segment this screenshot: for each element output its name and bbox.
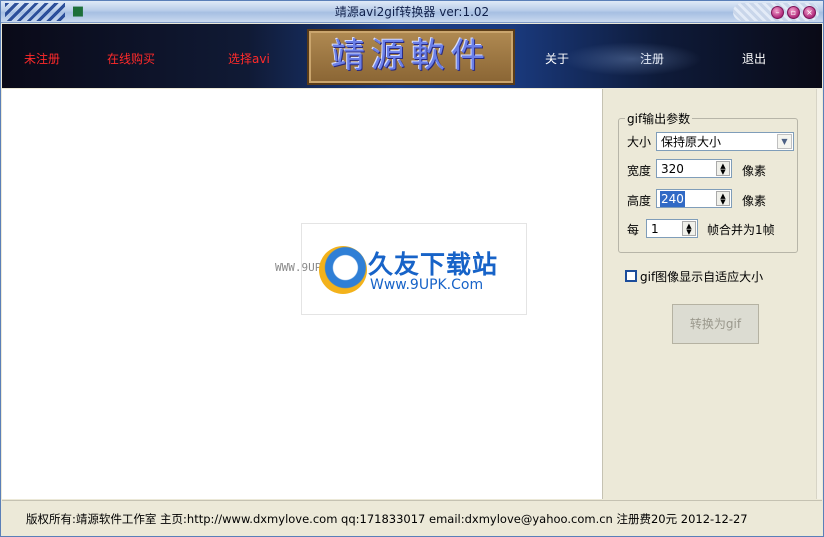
height-unit: 像素 xyxy=(742,194,767,208)
app-window: ■ 靖源avi2gif转换器 ver:1.02 – ▫ × 未注册 在线购买 选… xyxy=(0,0,824,537)
exit-link[interactable]: 退出 xyxy=(742,52,766,66)
size-select[interactable]: 保持原大小 ▼ xyxy=(656,132,794,151)
brand-logo: 靖源軟件 xyxy=(307,29,515,85)
auto-fit-label[interactable]: gif图像显示自适应大小 xyxy=(640,270,763,284)
height-value: 240 xyxy=(660,191,685,207)
spin-arrow-icon[interactable]: ▲ ▼ xyxy=(682,221,696,236)
close-icon[interactable]: × xyxy=(803,6,816,19)
width-label: 宽度 xyxy=(627,164,652,178)
watermark-logo-icon xyxy=(319,246,367,294)
group-title: gif输出参数 xyxy=(625,112,693,126)
banner: 未注册 在线购买 选择avi 靖源軟件 关于 注册 退出 xyxy=(2,24,822,88)
size-label: 大小 xyxy=(627,135,652,149)
size-select-value: 保持原大小 xyxy=(661,135,722,149)
auto-fit-checkbox[interactable] xyxy=(625,270,637,282)
frame-merge-value: 1 xyxy=(651,222,659,236)
every-label: 每 xyxy=(627,223,640,237)
width-value: 320 xyxy=(661,162,684,176)
frame-merge-suffix: 帧合并为1帧 xyxy=(707,223,775,237)
copyright-text: 版权所有:靖源软件工作室 主页:http://www.dxmylove.com … xyxy=(26,512,748,526)
spin-arrow-icon[interactable]: ▲ ▼ xyxy=(716,161,730,176)
right-edge xyxy=(816,89,822,499)
minimize-icon[interactable]: – xyxy=(771,6,784,19)
dropdown-arrow-icon[interactable]: ▼ xyxy=(777,134,792,149)
watermark-title: 久友下载站 xyxy=(368,250,499,279)
titlebar-controls: – ▫ × xyxy=(733,3,819,21)
watermark-url: Www.9UPK.Com xyxy=(370,277,484,293)
width-spinner[interactable]: 320 ▲ ▼ xyxy=(656,159,732,178)
unregistered-link[interactable]: 未注册 xyxy=(24,52,60,66)
frame-merge-spinner[interactable]: 1 ▲ ▼ xyxy=(646,219,698,238)
spin-arrow-icon[interactable]: ▲ ▼ xyxy=(716,191,730,206)
about-link[interactable]: 关于 xyxy=(545,52,569,66)
maximize-icon[interactable]: ▫ xyxy=(787,6,800,19)
width-unit: 像素 xyxy=(742,164,767,178)
convert-to-gif-button[interactable]: 转换为gif xyxy=(672,304,759,344)
height-spinner[interactable]: 240 ▲ ▼ xyxy=(656,189,732,208)
status-bar: 版权所有:靖源软件工作室 主页:http://www.dxmylove.com … xyxy=(2,500,822,536)
height-label: 高度 xyxy=(627,194,652,208)
brand-logo-text: 靖源軟件 xyxy=(331,36,491,76)
buy-online-link[interactable]: 在线购买 xyxy=(107,52,155,66)
select-avi-link[interactable]: 选择avi xyxy=(228,52,270,66)
title-bar[interactable]: ■ 靖源avi2gif转换器 ver:1.02 – ▫ × xyxy=(1,1,823,23)
register-link[interactable]: 注册 xyxy=(640,52,664,66)
auto-fit-option[interactable]: gif图像显示自适应大小 xyxy=(625,270,805,284)
window-title: 靖源avi2gif转换器 ver:1.02 xyxy=(334,5,490,19)
